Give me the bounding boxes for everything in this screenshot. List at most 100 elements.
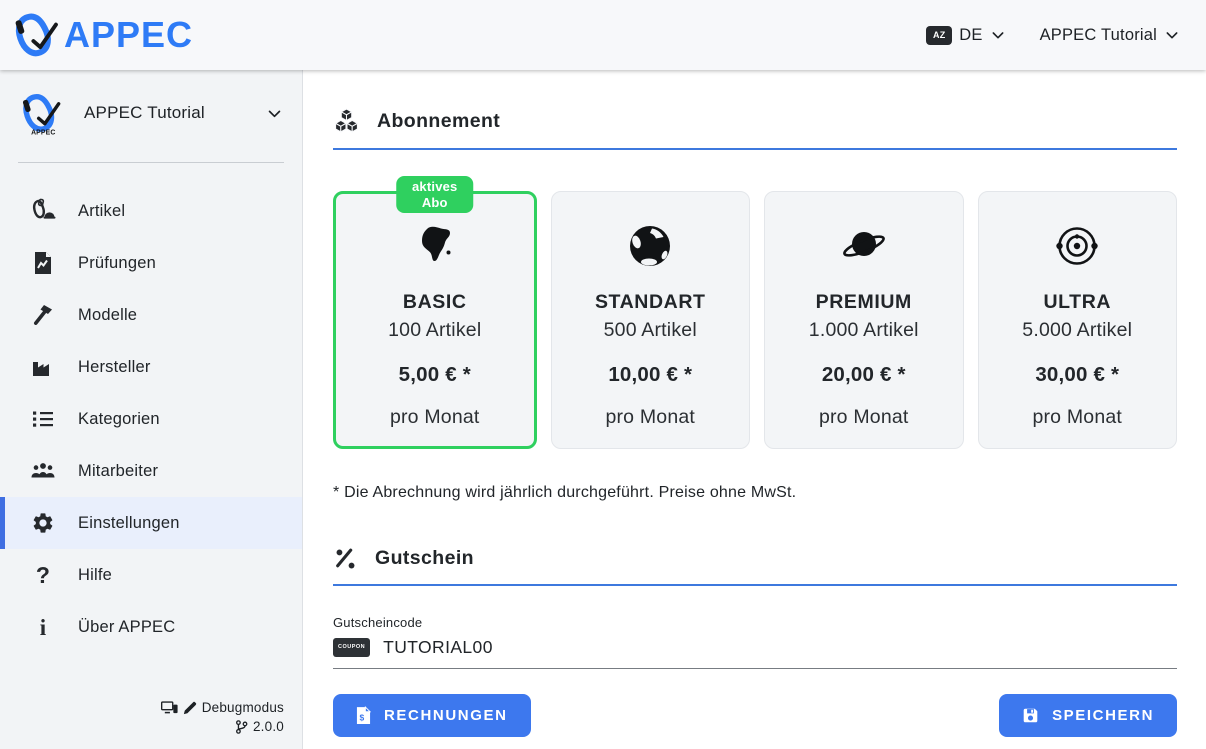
africa-icon <box>411 222 459 270</box>
sidebar-item-mitarbeiter[interactable]: Mitarbeiter <box>0 445 302 497</box>
plan-cards: aktives Abo BASIC 100 Artikel 5,00 € * p… <box>333 191 1177 449</box>
plan-articles: 5.000 Artikel <box>1022 319 1132 342</box>
sidebar-item-label: Artikel <box>78 202 125 221</box>
plan-price: 20,00 € * <box>822 363 906 387</box>
carabiner-mini-logo-icon: APPEC <box>18 90 64 136</box>
plan-articles: 1.000 Artikel <box>809 319 919 342</box>
brand-name: APPEC <box>64 14 193 56</box>
invoices-button[interactable]: $ RECHNUNGEN <box>333 694 531 737</box>
pencil-icon <box>183 701 197 715</box>
plan-articles: 500 Artikel <box>604 319 697 342</box>
main-content: Abonnement aktives Abo BASIC 100 Artikel… <box>303 70 1206 749</box>
factory-icon <box>30 354 56 380</box>
percent-icon <box>333 546 358 571</box>
plan-articles: 100 Artikel <box>388 319 481 342</box>
plan-name: STANDART <box>595 291 706 314</box>
sidebar-item-modelle[interactable]: Modelle <box>0 289 302 341</box>
devices-icon <box>161 701 178 715</box>
svg-text:$: $ <box>359 713 365 723</box>
report-file-icon <box>30 250 56 276</box>
sidebar-workspace-selector[interactable]: APPEC APPEC Tutorial <box>0 70 302 154</box>
sidebar-item-label: Modelle <box>78 306 137 325</box>
sidebar-divider <box>18 162 284 163</box>
sidebar-item-label: Einstellungen <box>78 514 180 533</box>
top-header: APPEC AZ DE APPEC Tutorial <box>0 0 1206 70</box>
plan-price: 30,00 € * <box>1035 363 1119 387</box>
plan-card-premium[interactable]: PREMIUM 1.000 Artikel 20,00 € * pro Mona… <box>764 191 964 449</box>
plan-name: PREMIUM <box>816 291 912 314</box>
voucher-section-header: Gutschein <box>333 546 1177 571</box>
save-button[interactable]: SPEICHERN <box>999 694 1177 737</box>
gear-icon <box>30 510 56 536</box>
carabiner-logo-icon <box>10 9 62 61</box>
plan-price: 10,00 € * <box>608 363 692 387</box>
language-selector[interactable]: AZ DE <box>926 26 1005 45</box>
cubes-icon <box>333 108 360 135</box>
invoices-button-label: RECHNUNGEN <box>384 707 508 724</box>
version-row: 2.0.0 <box>18 717 284 737</box>
sidebar-item-label: Prüfungen <box>78 254 156 273</box>
hammer-icon <box>30 302 56 328</box>
plan-period: pro Monat <box>390 406 480 429</box>
plan-name: ULTRA <box>1043 291 1111 314</box>
chevron-down-icon <box>1164 27 1180 43</box>
sidebar-footer: Debugmodus 2.0.0 <box>0 698 302 749</box>
debug-mode-row: Debugmodus <box>18 698 284 718</box>
save-icon <box>1022 707 1039 724</box>
voucher-code-input[interactable] <box>383 637 1177 658</box>
sidebar-item-label: Kategorien <box>78 410 160 429</box>
workspace-menu-label: APPEC Tutorial <box>1040 26 1157 45</box>
sidebar-item-pruefungen[interactable]: Prüfungen <box>0 237 302 289</box>
sidebar-item-label: Hilfe <box>78 566 112 585</box>
footer-actions: $ RECHNUNGEN SPEICHERN <box>333 694 1177 737</box>
voucher-field: COUPON <box>333 637 1177 669</box>
language-code: DE <box>959 26 982 45</box>
plan-card-ultra[interactable]: ULTRA 5.000 Artikel 30,00 € * pro Monat <box>978 191 1178 449</box>
save-button-label: SPEICHERN <box>1052 707 1154 724</box>
plan-period: pro Monat <box>1032 406 1122 429</box>
subscription-title: Abonnement <box>377 110 500 133</box>
translate-icon: AZ <box>926 26 952 45</box>
voucher-field-label: Gutscheincode <box>333 615 1177 630</box>
list-icon <box>30 406 56 432</box>
plan-price: 5,00 € * <box>399 363 471 387</box>
sidebar-item-ueber-appec[interactable]: i Über APPEC <box>0 601 302 653</box>
plan-period: pro Monat <box>819 406 909 429</box>
globe-icon <box>626 222 674 270</box>
chevron-down-icon <box>266 105 282 121</box>
workspace-menu[interactable]: APPEC Tutorial <box>1040 26 1180 45</box>
sidebar-nav: Artikel Prüfungen <box>0 185 302 653</box>
debug-mode-label: Debugmodus <box>202 698 284 718</box>
plan-name: BASIC <box>403 291 467 314</box>
plan-card-standart[interactable]: STANDART 500 Artikel 10,00 € * pro Monat <box>551 191 751 449</box>
sidebar-item-label: Hersteller <box>78 358 151 377</box>
subscription-section-header: Abonnement <box>333 108 1177 135</box>
coupon-icon: COUPON <box>333 638 370 658</box>
carabiner-helmet-icon <box>30 198 56 224</box>
sidebar-item-hilfe[interactable]: ? Hilfe <box>0 549 302 601</box>
section-rule <box>333 584 1177 586</box>
plan-period: pro Monat <box>605 406 695 429</box>
people-icon <box>30 458 56 484</box>
chevron-down-icon <box>990 27 1006 43</box>
orbit-icon <box>1053 222 1101 270</box>
version-label: 2.0.0 <box>253 717 284 737</box>
sidebar-item-hersteller[interactable]: Hersteller <box>0 341 302 393</box>
app-logo[interactable]: APPEC <box>10 9 193 61</box>
sidebar-item-einstellungen[interactable]: Einstellungen <box>0 497 302 549</box>
billing-footnote: * Die Abrechnung wird jährlich durchgefü… <box>333 484 1177 502</box>
plan-card-basic[interactable]: aktives Abo BASIC 100 Artikel 5,00 € * p… <box>333 191 537 449</box>
question-icon: ? <box>30 562 56 588</box>
invoice-icon: $ <box>356 706 371 725</box>
planet-icon <box>840 222 888 270</box>
active-subscription-badge: aktives Abo <box>396 176 474 213</box>
sidebar-item-label: Mitarbeiter <box>78 462 158 481</box>
sidebar-item-label: Über APPEC <box>78 618 175 637</box>
git-branch-icon <box>235 720 248 734</box>
sidebar-item-kategorien[interactable]: Kategorien <box>0 393 302 445</box>
sidebar-item-artikel[interactable]: Artikel <box>0 185 302 237</box>
sidebar: APPEC APPEC Tutorial Artikel <box>0 70 303 749</box>
info-icon: i <box>30 614 56 640</box>
section-rule <box>333 148 1177 150</box>
svg-text:APPEC: APPEC <box>31 129 55 136</box>
